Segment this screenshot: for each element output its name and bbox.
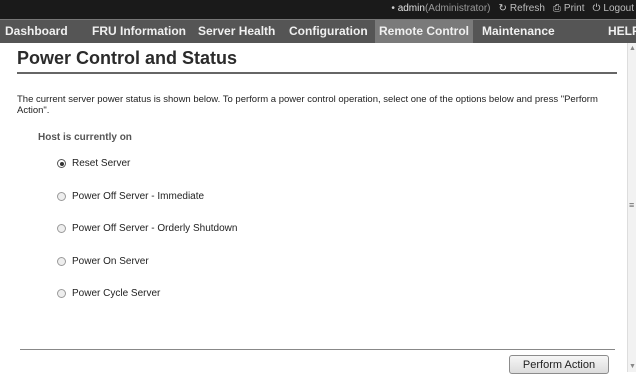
option-power-cycle[interactable]: Power Cycle Server: [57, 288, 617, 299]
user-role: (Administrator): [424, 3, 491, 14]
tab-fru-information[interactable]: FRU Information: [92, 20, 186, 43]
option-label: Power Cycle Server: [72, 288, 161, 299]
tab-maintenance[interactable]: Maintenance: [482, 20, 555, 43]
option-power-off-immediate[interactable]: Power Off Server - Immediate: [57, 191, 617, 202]
tab-remote-control[interactable]: Remote Control: [375, 20, 473, 43]
radio-power-off-orderly[interactable]: [57, 224, 66, 233]
scroll-up-arrow-icon[interactable]: ▲: [629, 45, 636, 52]
page-description: The current server power status is shown…: [17, 94, 598, 116]
page-title: Power Control and Status: [17, 48, 617, 74]
scroll-grip-icon[interactable]: ≡: [629, 200, 634, 210]
user-icon: •: [391, 3, 395, 14]
radio-reset-server[interactable]: [57, 159, 66, 168]
radio-power-cycle[interactable]: [57, 289, 66, 298]
top-bar: • admin(Administrator) ↻ Refresh ⎙ Print…: [0, 0, 636, 19]
top-bar-links: • admin(Administrator) ↻ Refresh ⎙ Print…: [391, 3, 634, 14]
main-nav: Dashboard FRU Information Server Health …: [0, 19, 636, 43]
footer-divider: [20, 349, 615, 350]
vertical-scrollbar[interactable]: ▲ ≡ ▼: [627, 43, 636, 372]
logout-label: Logout: [603, 3, 634, 14]
print-link[interactable]: ⎙ Print: [553, 3, 585, 14]
tab-server-health[interactable]: Server Health: [198, 20, 275, 43]
refresh-label: Refresh: [509, 3, 545, 14]
logout-link[interactable]: ⏻ Logout: [592, 3, 634, 14]
option-label: Power On Server: [72, 255, 149, 267]
perform-action-button[interactable]: Perform Action: [509, 355, 609, 374]
option-label: Power Off Server - Orderly Shutdown: [72, 223, 238, 234]
option-label: Reset Server: [72, 158, 131, 169]
option-label: Power Off Server - Immediate: [72, 190, 205, 202]
radio-power-off-immediate[interactable]: [57, 191, 66, 201]
option-power-off-orderly[interactable]: Power Off Server - Orderly Shutdown: [57, 223, 617, 234]
host-status: Host is currently on: [38, 132, 132, 143]
print-label: Print: [563, 3, 585, 14]
radio-power-on[interactable]: [57, 256, 66, 266]
tab-configuration[interactable]: Configuration: [289, 20, 368, 43]
option-reset-server[interactable]: Reset Server: [57, 158, 617, 169]
scroll-down-arrow-icon[interactable]: ▼: [629, 363, 636, 370]
print-icon: ⎙: [552, 3, 561, 14]
user-info: • admin(Administrator): [391, 3, 490, 14]
refresh-icon: ↻: [498, 3, 507, 14]
main-content: Power Control and Status The current ser…: [17, 48, 617, 321]
tab-help[interactable]: HELP: [608, 20, 636, 43]
user-name: admin: [397, 3, 425, 14]
option-power-on[interactable]: Power On Server: [57, 256, 617, 267]
refresh-link[interactable]: ↻ Refresh: [499, 3, 545, 14]
power-options: Reset Server Power Off Server - Immediat…: [57, 158, 617, 299]
tab-dashboard[interactable]: Dashboard: [5, 20, 68, 43]
logout-icon: ⏻: [592, 3, 601, 14]
